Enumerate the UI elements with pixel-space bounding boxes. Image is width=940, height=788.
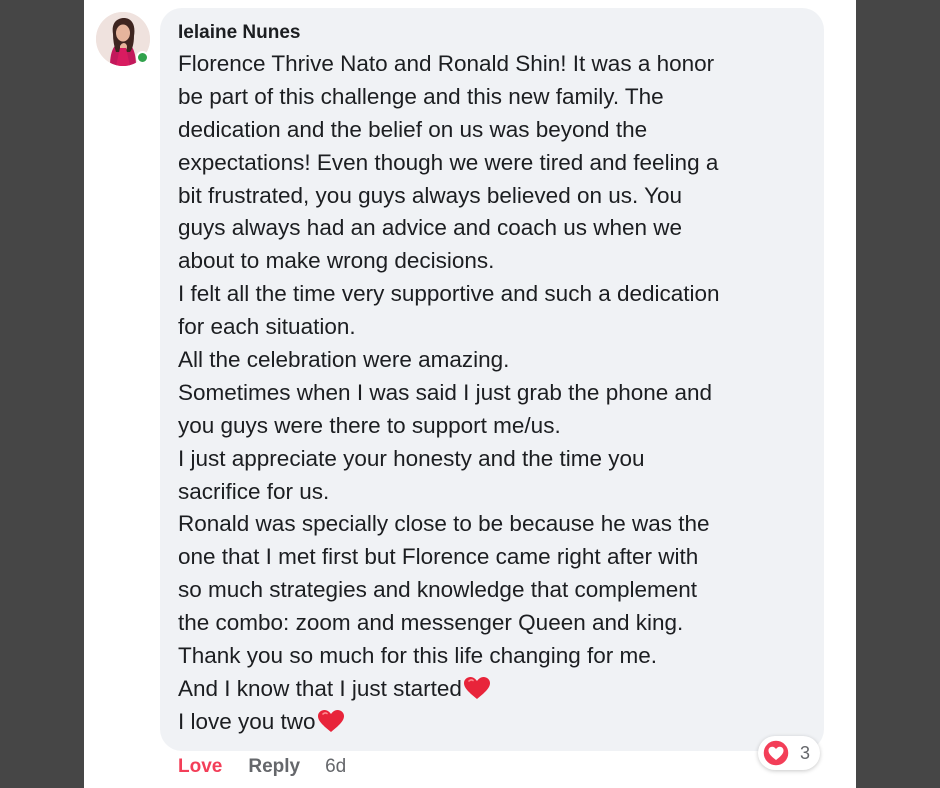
avatar-container[interactable]: [96, 12, 150, 66]
comment-line: Sometimes when I was said I just grab th…: [178, 379, 713, 405]
reaction-summary[interactable]: 3: [758, 736, 820, 770]
comment-line: you guys were there to support me/us.: [178, 412, 561, 438]
comment-line: one that I met first but Florence came r…: [178, 544, 699, 570]
comment-line: I felt all the time very supportive and …: [178, 281, 720, 307]
comment-line: guys always had an advice and coach us w…: [178, 215, 683, 241]
comment-line-with-emoji: I love you two: [178, 706, 818, 739]
love-reaction-icon: [762, 739, 790, 767]
love-reaction-button[interactable]: Love: [178, 756, 222, 778]
comment-line-with-emoji: And I know that I just started: [178, 673, 818, 706]
comment-line: I just appreciate your honesty and the t…: [178, 445, 645, 471]
comment-line: dedication and the belief on us was beyo…: [178, 116, 648, 142]
comment-line: about to make wrong decisions.: [178, 248, 495, 274]
comment-line: Thank you so much for this life changing…: [178, 643, 657, 669]
comment-line: the combo: zoom and messenger Queen and …: [178, 610, 684, 636]
comment-text: Florence Thrive Nato and Ronald Shin! It…: [178, 48, 818, 739]
reply-button[interactable]: Reply: [248, 756, 300, 778]
comment-line: Florence Thrive Nato and Ronald Shin! It…: [178, 51, 715, 76]
comment-line: All the celebration were amazing.: [178, 347, 510, 373]
online-status-indicator: [136, 51, 149, 64]
comment-line: Ronald was specially close to be because…: [178, 511, 710, 537]
comment-timestamp[interactable]: 6d: [325, 756, 346, 778]
comment-line: sacrifice for us.: [178, 478, 330, 504]
comment-actions: Love Reply 6d: [178, 754, 346, 780]
comment-line: bit frustrated, you guys always believed…: [178, 182, 683, 208]
comment-line: for each situation.: [178, 314, 356, 340]
reaction-count: 3: [800, 742, 811, 763]
comment-line: so much strategies and knowledge that co…: [178, 577, 698, 603]
comment-line: be part of this challenge and this new f…: [178, 83, 664, 109]
comment-author[interactable]: Ielaine Nunes: [178, 22, 301, 44]
red-heart-emoji: [317, 709, 344, 732]
red-heart-emoji: [463, 676, 490, 699]
comment-line: expectations! Even though we were tired …: [178, 149, 719, 175]
comment-line-text: I love you two: [178, 708, 316, 734]
comment-line-text: And I know that I just started: [178, 675, 462, 701]
